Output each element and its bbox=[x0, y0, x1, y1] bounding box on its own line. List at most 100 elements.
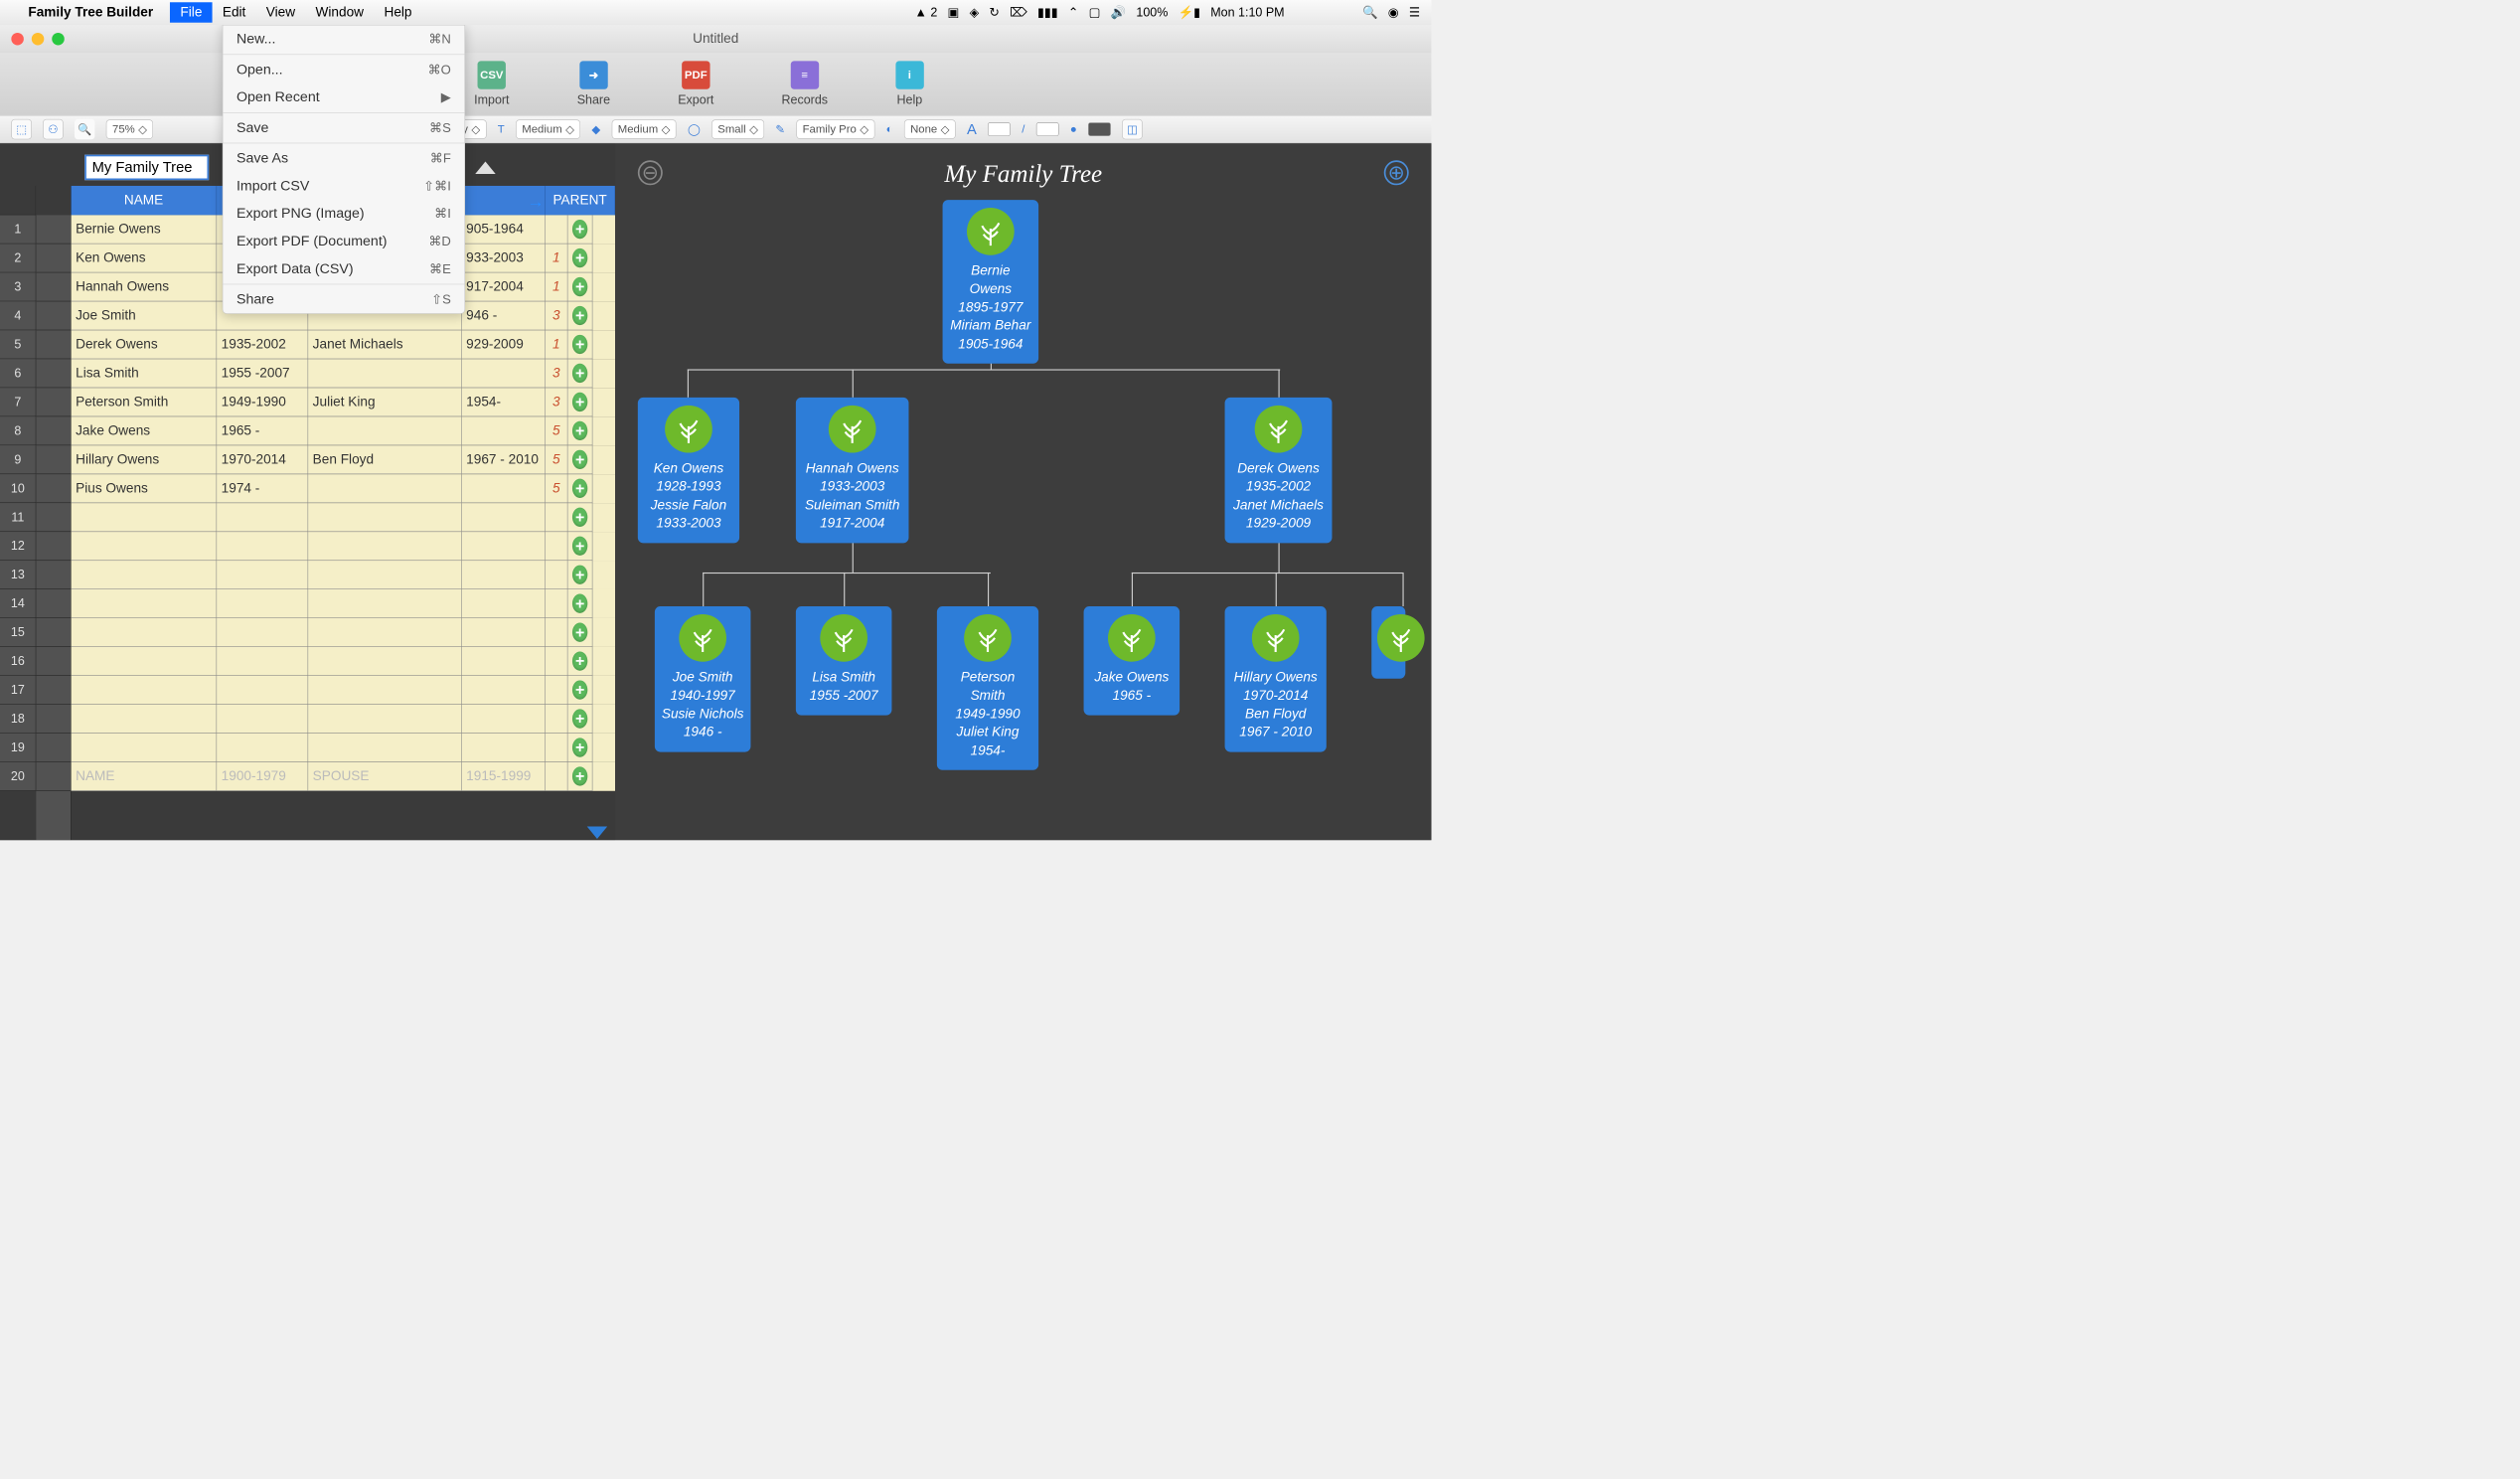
zoom-out-button[interactable]: ⊖ bbox=[638, 160, 663, 185]
row-number[interactable]: 2 bbox=[0, 244, 36, 272]
table-row[interactable]: NAME1900-1979SPOUSE1915-1999+ bbox=[72, 762, 616, 791]
menu-item-open-recent[interactable]: Open Recent▶ bbox=[223, 83, 464, 111]
tree-node-jake[interactable]: Jake Owens1965 - bbox=[1084, 606, 1181, 715]
menu-item-save[interactable]: Save⌘S bbox=[223, 114, 464, 142]
add-row-button[interactable]: + bbox=[572, 709, 587, 728]
zoom-button[interactable]: 🔍 bbox=[75, 119, 94, 139]
hierarchy-button[interactable]: ⚇ bbox=[43, 119, 63, 139]
menu-view[interactable]: View bbox=[256, 2, 306, 22]
minimize-button[interactable] bbox=[32, 33, 44, 45]
add-row-button[interactable]: + bbox=[572, 248, 587, 267]
add-row-button[interactable]: + bbox=[572, 680, 587, 699]
row-number[interactable]: 10 bbox=[0, 474, 36, 503]
notifications-icon[interactable]: ☰ bbox=[1409, 5, 1420, 20]
row-number[interactable]: 8 bbox=[0, 416, 36, 445]
row-number[interactable]: 9 bbox=[0, 445, 36, 474]
add-row-button[interactable]: + bbox=[572, 277, 587, 296]
adobe-icon[interactable]: ▲ 2 bbox=[915, 5, 938, 20]
tree-title-input[interactable] bbox=[84, 155, 209, 181]
row-number[interactable]: 17 bbox=[0, 676, 36, 705]
size2-select[interactable]: Medium ◇ bbox=[612, 119, 677, 138]
table-row[interactable]: Hillary Owens1970-2014Ben Floyd1967 - 20… bbox=[72, 445, 616, 474]
menu-file[interactable]: File bbox=[170, 2, 212, 22]
table-row[interactable]: + bbox=[72, 618, 616, 647]
row-number[interactable]: 16 bbox=[0, 647, 36, 676]
row-number[interactable]: 20 bbox=[0, 762, 36, 791]
toolbar-records[interactable]: ≡Records bbox=[781, 61, 828, 107]
tree-node-peterson[interactable]: Peterson Smith1949-1990Juliet King1954- bbox=[937, 606, 1038, 770]
table-row[interactable]: Pius Owens1974 -5+ bbox=[72, 474, 616, 503]
add-row-button[interactable]: + bbox=[572, 738, 587, 756]
size3-select[interactable]: Small ◇ bbox=[711, 119, 764, 138]
tree-node-derek[interactable]: Derek Owens1935-2002Janet Michaels1929-2… bbox=[1225, 398, 1333, 543]
add-row-button[interactable]: + bbox=[572, 766, 587, 785]
table-row[interactable]: + bbox=[72, 503, 616, 532]
row-number[interactable]: 7 bbox=[0, 388, 36, 416]
battery-pct[interactable]: 100% bbox=[1136, 5, 1168, 20]
profile-select[interactable]: Family Pro ◇ bbox=[796, 119, 874, 138]
dropbox-icon[interactable]: ◈ bbox=[970, 5, 980, 20]
table-row[interactable]: + bbox=[72, 676, 616, 705]
table-row[interactable]: Peterson Smith1949-1990Juliet King1954-3… bbox=[72, 388, 616, 416]
menu-item-import-csv[interactable]: Import CSV⇧⌘I bbox=[223, 172, 464, 200]
spotlight-icon[interactable]: 🔍 bbox=[1362, 5, 1378, 20]
row-number[interactable]: 12 bbox=[0, 532, 36, 561]
menu-item-save-as[interactable]: Save As⌘F bbox=[223, 144, 464, 172]
timemachine-icon[interactable]: ↻ bbox=[989, 5, 999, 20]
toolbar-import[interactable]: CSVImport bbox=[474, 61, 509, 107]
row-number[interactable]: 13 bbox=[0, 561, 36, 589]
volume-icon[interactable]: 🔊 bbox=[1111, 5, 1127, 20]
add-row-button[interactable]: + bbox=[572, 393, 587, 411]
table-row[interactable]: + bbox=[72, 589, 616, 618]
tree-node-root[interactable]: Bernie Owens1895-1977Miriam Behar1905-19… bbox=[943, 200, 1039, 364]
tree-node-ken[interactable]: Ken Owens1928-1993Jessie Falon1933-2003 bbox=[638, 398, 739, 543]
effect-select[interactable]: None ◇ bbox=[904, 119, 956, 138]
row-number[interactable]: 11 bbox=[0, 503, 36, 532]
tree-node-pius[interactable] bbox=[1371, 606, 1405, 679]
add-row-button[interactable]: + bbox=[572, 479, 587, 498]
add-row-button[interactable]: + bbox=[572, 651, 587, 670]
menu-edit[interactable]: Edit bbox=[213, 2, 256, 22]
add-row-button[interactable]: + bbox=[572, 306, 587, 325]
menu-item-export-pdf-document-[interactable]: Export PDF (Document)⌘D bbox=[223, 228, 464, 255]
table-row[interactable]: Jake Owens1965 -5+ bbox=[72, 416, 616, 445]
close-button[interactable] bbox=[11, 33, 23, 45]
header-name[interactable]: NAME bbox=[72, 186, 218, 216]
app-name[interactable]: Family Tree Builder bbox=[28, 5, 153, 21]
row-number[interactable]: 19 bbox=[0, 734, 36, 762]
tree-node-joe[interactable]: Joe Smith1940-1997Susie Nichols1946 - bbox=[655, 606, 751, 751]
line-color[interactable] bbox=[1036, 122, 1059, 136]
zoom-select[interactable]: 75% ◇ bbox=[106, 119, 153, 138]
bluetooth-icon[interactable]: ⌦ bbox=[1010, 5, 1027, 20]
fill-color[interactable] bbox=[1088, 122, 1111, 136]
clock[interactable]: Mon 1:10 PM bbox=[1210, 5, 1284, 20]
add-row-button[interactable]: + bbox=[572, 537, 587, 556]
add-node-button[interactable]: ⊕ bbox=[1384, 160, 1409, 185]
battery-icon[interactable]: ▮▮▮ bbox=[1037, 5, 1058, 20]
collapse-up-icon[interactable] bbox=[475, 161, 495, 173]
panel-button[interactable]: ◫ bbox=[1122, 119, 1142, 139]
header-parent[interactable]: →PARENT bbox=[546, 186, 615, 216]
tree-node-hannah[interactable]: Hannah Owens1933-2003Suleiman Smith1917-… bbox=[796, 398, 909, 543]
tree-node-hillary[interactable]: Hillary Owens1970-2014Ben Floyd1967 - 20… bbox=[1225, 606, 1327, 751]
menu-item-open-[interactable]: Open...⌘O bbox=[223, 56, 464, 83]
add-row-button[interactable]: + bbox=[572, 594, 587, 613]
row-number[interactable]: 6 bbox=[0, 359, 36, 388]
add-row-button[interactable]: + bbox=[572, 450, 587, 469]
layout-button[interactable]: ⬚ bbox=[11, 119, 31, 139]
tree-canvas[interactable]: ⊖ My Family Tree ⊕ Bernie Owens1895-1977… bbox=[615, 143, 1431, 840]
siri-icon[interactable]: ◉ bbox=[1388, 5, 1399, 20]
row-number[interactable]: 5 bbox=[0, 330, 36, 359]
drive-icon[interactable]: ▣ bbox=[948, 5, 960, 20]
add-row-button[interactable]: + bbox=[572, 623, 587, 642]
menu-item-new-[interactable]: New...⌘N bbox=[223, 26, 464, 54]
toolbar-export[interactable]: PDFExport bbox=[678, 61, 713, 107]
menu-window[interactable]: Window bbox=[305, 2, 374, 22]
row-number[interactable]: 3 bbox=[0, 272, 36, 301]
add-row-button[interactable]: + bbox=[572, 508, 587, 527]
add-row-button[interactable]: + bbox=[572, 335, 587, 354]
table-row[interactable]: + bbox=[72, 734, 616, 762]
add-row-button[interactable]: + bbox=[572, 364, 587, 383]
menu-item-share[interactable]: Share⇧S bbox=[223, 285, 464, 313]
airplay-icon[interactable]: ▢ bbox=[1089, 5, 1101, 20]
